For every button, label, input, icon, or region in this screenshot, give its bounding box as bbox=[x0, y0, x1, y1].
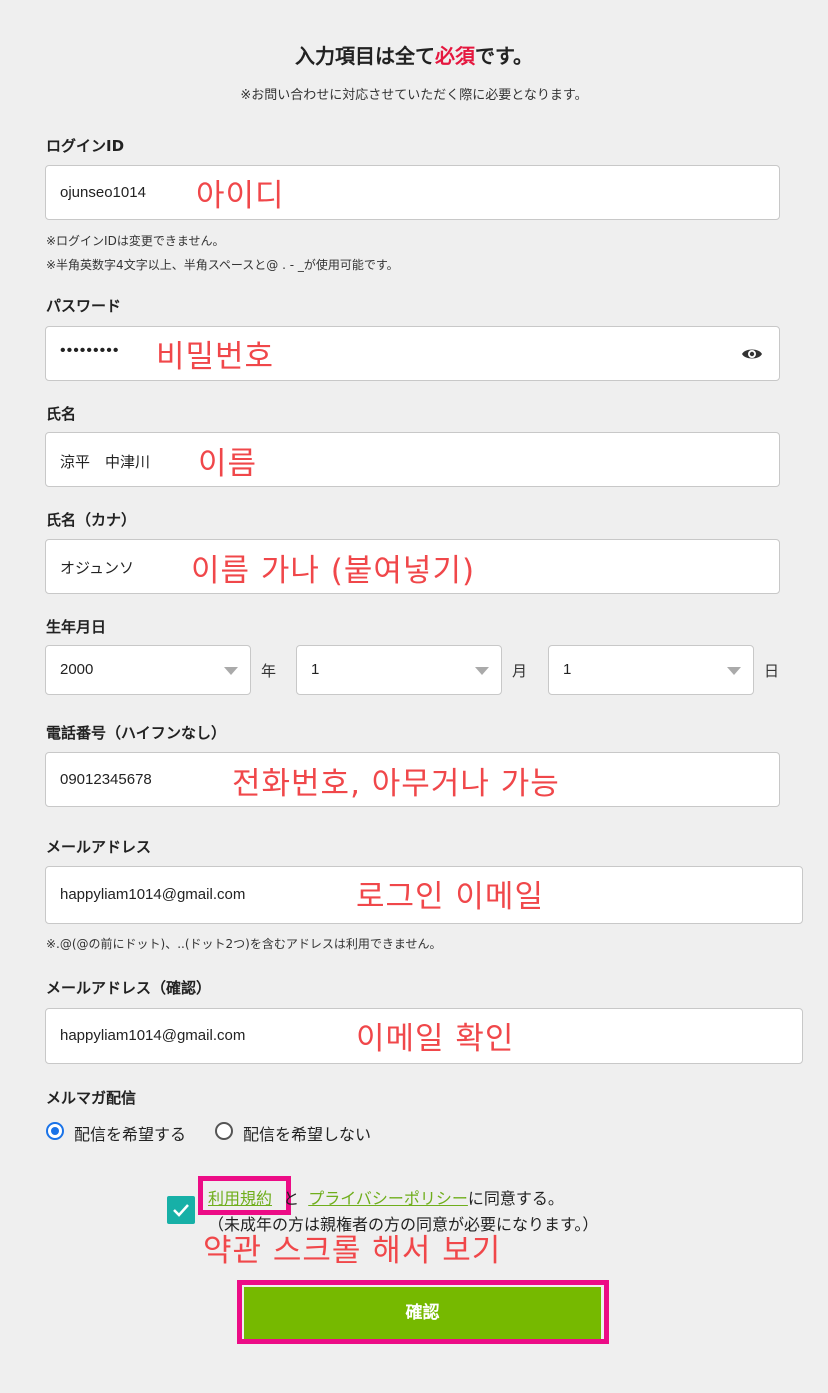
name-kana-annotation: 이름 가나 (붙여넣기) bbox=[191, 553, 476, 589]
email-note: ※.@(@の前にドット)、..(ドット2つ)を含むアドレスは利用できません。 bbox=[46, 937, 442, 951]
newsletter-no-label[interactable]: 配信を希望しない bbox=[243, 1121, 371, 1145]
name-label: 氏名 bbox=[46, 405, 77, 423]
chevron-down-icon bbox=[224, 667, 238, 675]
email-confirm-annotation: 이메일 확인 bbox=[356, 1021, 515, 1057]
page-subtitle: ※お問い合わせに対応させていただく際に必要となります。 bbox=[240, 88, 588, 103]
chevron-down-icon bbox=[475, 667, 489, 675]
title-suffix: です。 bbox=[475, 44, 533, 68]
name-kana-label: 氏名（カナ） bbox=[46, 511, 137, 529]
year-unit: 年 bbox=[261, 662, 277, 680]
birth-day-value: 1 bbox=[563, 661, 572, 678]
agreement-annotation: 약관 스크롤 해서 보기 bbox=[203, 1233, 502, 1269]
month-unit: 月 bbox=[512, 662, 528, 680]
newsletter-yes-label[interactable]: 配信を希望する bbox=[74, 1121, 186, 1145]
email-input[interactable]: happyliam1014@gmail.com 로그인 이메일 bbox=[45, 866, 803, 924]
password-label: パスワード bbox=[46, 297, 122, 315]
agree-text: に同意する。 bbox=[467, 1189, 564, 1208]
name-annotation: 이름 bbox=[198, 446, 258, 482]
password-value: ••••••••• bbox=[60, 342, 120, 359]
birth-year-select[interactable]: 2000 bbox=[45, 645, 251, 695]
email-confirm-input[interactable]: happyliam1014@gmail.com 이메일 확인 bbox=[45, 1008, 803, 1064]
name-input[interactable]: 涼平 中津川 이름 bbox=[45, 432, 780, 487]
birth-day-select[interactable]: 1 bbox=[548, 645, 754, 695]
confirm-button[interactable]: 確認 bbox=[244, 1287, 601, 1339]
terms-link[interactable]: 利用規約 bbox=[208, 1189, 272, 1208]
birth-year-value: 2000 bbox=[60, 661, 94, 678]
login-id-note-2: ※半角英数字4文字以上、半角スペースと@ . - _が使用可能です。 bbox=[46, 258, 399, 272]
phone-annotation: 전화번호, 아무거나 가능 bbox=[232, 766, 560, 802]
login-id-input[interactable]: ojunseo1014 아이디 bbox=[45, 165, 780, 220]
phone-label: 電話番号（ハイフンなし） bbox=[46, 724, 227, 742]
eye-icon[interactable] bbox=[741, 346, 763, 366]
email-confirm-value: happyliam1014@gmail.com bbox=[60, 1027, 246, 1044]
email-annotation: 로그인 이메일 bbox=[356, 879, 544, 915]
title-text: 入力項目は全て bbox=[295, 44, 435, 68]
newsletter-label: メルマガ配信 bbox=[46, 1089, 137, 1107]
email-confirm-label: メールアドレス（確認） bbox=[46, 979, 212, 997]
check-icon bbox=[173, 1204, 189, 1217]
login-id-annotation: 아이디 bbox=[196, 178, 285, 214]
email-value: happyliam1014@gmail.com bbox=[60, 886, 246, 903]
name-kana-input[interactable]: オジュンソ 이름 가나 (붙여넣기) bbox=[45, 539, 780, 594]
login-id-value: ojunseo1014 bbox=[60, 184, 146, 201]
privacy-link[interactable]: プライバシーポリシー bbox=[308, 1189, 468, 1208]
phone-input[interactable]: 09012345678 전화번호, 아무거나 가능 bbox=[45, 752, 780, 807]
required-text: 必須 bbox=[435, 44, 475, 68]
birth-month-value: 1 bbox=[311, 661, 320, 678]
birth-month-select[interactable]: 1 bbox=[296, 645, 502, 695]
and-text: と bbox=[283, 1189, 300, 1208]
agree-checkbox[interactable] bbox=[167, 1196, 195, 1224]
birthday-label: 生年月日 bbox=[46, 618, 107, 636]
page-title: 入力項目は全て必須です。 bbox=[0, 40, 828, 69]
newsletter-no-radio[interactable] bbox=[215, 1122, 233, 1140]
day-unit: 日 bbox=[764, 662, 780, 680]
login-id-note-1: ※ログインIDは変更できません。 bbox=[46, 234, 225, 248]
email-label: メールアドレス bbox=[46, 838, 152, 856]
agree-line: 利用規約 と プライバシーポリシーに同意する。 bbox=[208, 1185, 564, 1209]
login-id-label: ログインID bbox=[46, 137, 125, 155]
chevron-down-icon bbox=[727, 667, 741, 675]
phone-value: 09012345678 bbox=[60, 771, 152, 788]
name-value: 涼平 中津川 bbox=[60, 454, 151, 471]
name-kana-value: オジュンソ bbox=[60, 560, 134, 577]
password-input[interactable]: ••••••••• 비밀번호 bbox=[45, 326, 780, 381]
newsletter-yes-radio[interactable] bbox=[46, 1122, 64, 1140]
password-annotation: 비밀번호 bbox=[156, 339, 275, 375]
